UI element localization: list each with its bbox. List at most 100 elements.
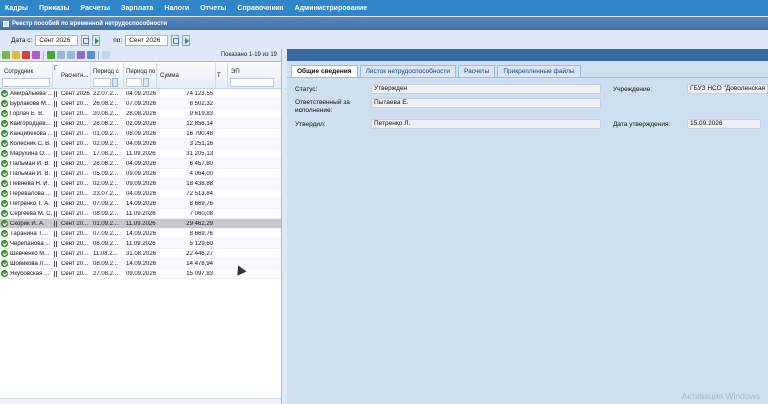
edit-icon[interactable] [12, 51, 20, 59]
export-icon[interactable] [57, 51, 65, 59]
approval-date-field[interactable]: 15.09.2026 [687, 119, 761, 129]
toolbar-separator [98, 50, 99, 60]
cell-amount: 12 856,14 [186, 121, 213, 127]
institution-label: Учреждение: [613, 86, 653, 93]
period-from-filter-input[interactable] [93, 78, 111, 87]
menu-item-otchety[interactable]: Отчеты [200, 5, 226, 12]
ep-filter-input[interactable] [230, 78, 274, 87]
calendar-icon[interactable] [112, 78, 118, 87]
employee-filter-input[interactable] [2, 78, 50, 87]
import-icon[interactable] [67, 51, 75, 59]
cell-employee: Шовикова Л.... [10, 261, 51, 267]
approve-icon[interactable] [47, 51, 55, 59]
table-row[interactable]: Горлач Е. В. Сент 20... 20.08.2... 28.08.20… [0, 109, 281, 119]
column-header-calc[interactable]: Расчетн... [61, 73, 88, 79]
calendar-icon[interactable] [81, 34, 90, 46]
table-row[interactable]: Сергеева М. С. Сент 20... 08.09.2... 11.09.… [0, 209, 281, 219]
approved-by-field[interactable]: Петренко Л. [371, 119, 601, 129]
table-row[interactable]: Марухина О.... Сент 20... 17.08.2... 11.09.… [0, 149, 281, 159]
column-header-t[interactable]: Т [217, 73, 221, 79]
cell-employee: Канцибекова ... [10, 131, 52, 137]
calendar-icon[interactable] [143, 78, 149, 87]
column-header-amount[interactable]: Сумма [160, 73, 179, 79]
table-row[interactable]: Колесник С. В. Сент 20... 02.09.2... 04.09.… [0, 139, 281, 149]
responsible-field[interactable]: Пытаева Е. [371, 98, 601, 108]
cell-amount: 18 438,88 [186, 181, 213, 187]
column-header-period-from[interactable]: Период с [93, 69, 119, 75]
table-row[interactable]: Кайгородцев... Сент 20... 28.08.2... 02.09.… [0, 119, 281, 129]
cell-period-from: 22.07.2... [93, 91, 119, 97]
print-icon[interactable] [32, 51, 40, 59]
approved-status-icon [1, 150, 8, 157]
table-row[interactable]: Черепанова ... Сент 20... 08.09.2... 11.09.… [0, 239, 281, 249]
table-row[interactable]: Певнева Н. И. Сент 20... 02.09.2... 09.09.2… [0, 179, 281, 189]
menu-item-raschety[interactable]: Расчеты [81, 5, 110, 12]
cell-calc: Сент 20... [61, 131, 89, 137]
column-header-employee[interactable]: Сотрудник [4, 69, 33, 75]
table-row[interactable]: Таранина Т.... Сент 20... 07.09.2... 14.09.… [0, 229, 281, 239]
menu-item-nalogi[interactable]: Налоги [164, 5, 189, 12]
add-icon[interactable] [2, 51, 10, 59]
details-panel-header [287, 49, 768, 61]
report-icon[interactable] [77, 51, 85, 59]
cell-period-to: 28.08.2026 [126, 111, 156, 117]
cell-period-to: 04.09.2026 [126, 161, 156, 167]
records-shown-label: Показано 1-19 из 19 [220, 52, 277, 58]
grid-horizontal-scrollbar[interactable] [0, 398, 281, 404]
table-row[interactable]: Бурлакова М... Сент 20... 26.08.2... 07.09.… [0, 99, 281, 109]
window-title: Реестр пособий по временной нетрудоспосо… [12, 20, 168, 27]
tab-calculations[interactable]: Расчеты [457, 65, 496, 77]
delete-icon[interactable] [22, 51, 30, 59]
menu-item-zarplata[interactable]: Зарплата [121, 5, 153, 12]
refresh-icon[interactable] [87, 51, 95, 59]
status-field[interactable]: Утвержден [371, 84, 601, 94]
settings-icon[interactable] [102, 51, 110, 59]
period-to-filter-input[interactable] [126, 78, 142, 87]
cell-amount: 31 205,13 [186, 151, 213, 157]
column-header-g[interactable]: Г [54, 66, 57, 72]
column-header-ep[interactable]: ЭП [231, 69, 240, 75]
cell-period-from: 08.09.2... [93, 241, 119, 247]
table-row[interactable]: Перевалова ... Сент 20... 23.07.2... 04.09.… [0, 189, 281, 199]
table-row[interactable]: Пальман И. В. Сент 20... 28.08.2... 04.09.2… [0, 159, 281, 169]
cell-calc: Сент 20... [61, 121, 89, 127]
menu-item-administrirovanie[interactable]: Администрирование [295, 5, 368, 12]
cell-employee: Скорик И. А. [10, 221, 45, 227]
menu-item-kadry[interactable]: Кадры [5, 5, 28, 12]
column-header-period-to[interactable]: Период по [126, 69, 155, 75]
approved-status-icon [1, 130, 8, 137]
cell-calc: Сент 20... [61, 151, 89, 157]
approved-status-icon [1, 220, 8, 227]
date-to-input[interactable]: Сент 2026 [125, 34, 169, 46]
tab-sick-leave[interactable]: Листок нетрудоспособности [359, 65, 456, 77]
institution-field[interactable]: ГБУЗ НСО "Доволенская [687, 84, 768, 94]
table-row[interactable]: Петренко Т. А. Сент 20... 07.09.2... 14.09.… [0, 199, 281, 209]
cell-employee: Марухина О.... [10, 151, 51, 157]
table-row[interactable]: Амиралыева ... Сент 2026 22.07.2... 04.09.2… [0, 89, 281, 99]
table-row[interactable]: Пальман И. В. Сент 20... 05.09.2... 09.09.2… [0, 169, 281, 179]
cell-calc: Сент 20... [61, 101, 89, 107]
date-from-input[interactable]: Сент 2026 [35, 34, 79, 46]
tab-attached-files[interactable]: Прикрепленные файлы [497, 65, 581, 77]
approved-status-icon [1, 240, 8, 247]
table-row[interactable]: Шевченко М... Сент 20... 11.08.2... 31.08.2… [0, 249, 281, 259]
cell-period-to: 31.08.2026 [126, 251, 156, 257]
calendar-icon[interactable] [171, 34, 180, 46]
cell-amount: 3 251,16 [189, 141, 213, 147]
cell-calc: Сент 20... [61, 171, 89, 177]
cell-period-from: 11.08.2... [93, 251, 118, 257]
cell-period-to: 11.09.2026 [126, 241, 156, 247]
table-row[interactable]: Скорик И. А. Сент 20... 01.09.2... 11.09.20… [0, 219, 281, 229]
cell-calc: Сент 20... [61, 161, 89, 167]
apply-date-to-button[interactable] [182, 34, 191, 46]
cell-period-to: 11.09.2026 [126, 211, 156, 217]
approved-status-icon [1, 110, 8, 117]
cell-period-from: 02.09.2... [93, 141, 119, 147]
menu-item-prikazy[interactable]: Приказы [39, 5, 70, 12]
apply-date-from-button[interactable] [92, 34, 101, 46]
menu-item-spravochniki[interactable]: Справочники [237, 5, 283, 12]
date-to-label: по: [113, 36, 123, 44]
tab-general-info[interactable]: Общие сведения [291, 65, 358, 77]
main-menu-bar: Кадры Приказы Расчеты Зарплата Налоги От… [0, 0, 768, 16]
table-row[interactable]: Канцибекова ... Сент 20... 01.09.2... 08.09… [0, 129, 281, 139]
